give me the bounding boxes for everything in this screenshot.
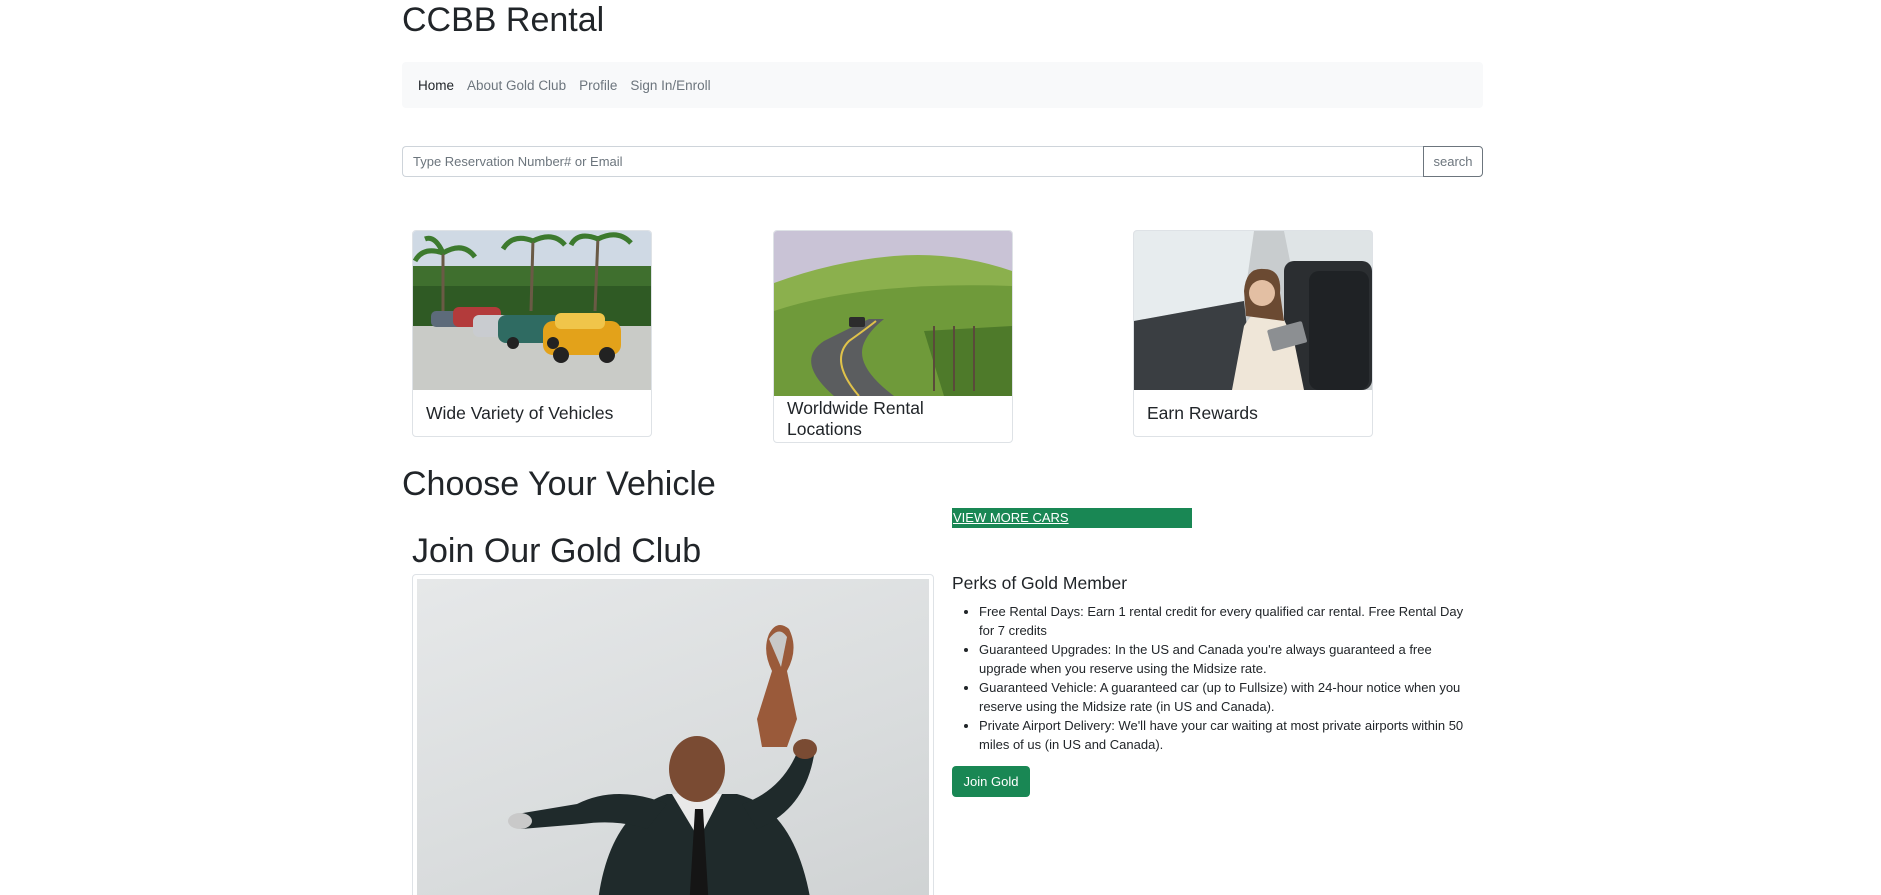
- gold-club-image-frame: [412, 574, 934, 895]
- perk-item: Private Airport Delivery: We'll have you…: [979, 716, 1474, 754]
- nav-home[interactable]: Home: [418, 78, 454, 93]
- perk-item: Guaranteed Vehicle: A guaranteed car (up…: [979, 678, 1474, 716]
- site-title: CCBB Rental: [402, 1, 605, 39]
- feature-card-rewards-title: Earn Rewards: [1147, 402, 1258, 423]
- trophy-man-image: [417, 579, 929, 895]
- join-gold-button[interactable]: Join Gold: [952, 766, 1030, 797]
- perk-item: Guaranteed Upgrades: In the US and Canad…: [979, 640, 1474, 678]
- feature-card-locations-title: Worldwide Rental Locations: [787, 398, 924, 439]
- reservation-search: search: [402, 146, 1483, 177]
- nav-sign-in-enroll[interactable]: Sign In/Enroll: [630, 78, 710, 93]
- vehicles-heading: Choose Your Vehicle: [402, 465, 716, 503]
- view-more-cars-link[interactable]: VIEW MORE CARS: [952, 508, 1192, 528]
- search-button[interactable]: search: [1423, 146, 1483, 177]
- country-road-image: [774, 231, 1012, 396]
- nav-profile[interactable]: Profile: [579, 78, 617, 93]
- feature-card-vehicles: Wide Variety of Vehicles: [412, 230, 652, 437]
- car-passenger-image: [1134, 231, 1372, 390]
- gold-club-heading: Join Our Gold Club: [412, 532, 702, 570]
- feature-card-locations: Worldwide Rental Locations: [773, 230, 1013, 443]
- vintage-cars-image: [413, 231, 651, 390]
- feature-card-rewards: Earn Rewards: [1133, 230, 1373, 437]
- perks-list: Free Rental Days: Earn 1 rental credit f…: [979, 602, 1474, 754]
- nav-about-gold-club[interactable]: About Gold Club: [467, 78, 566, 93]
- perk-item: Free Rental Days: Earn 1 rental credit f…: [979, 602, 1474, 640]
- navbar: Home About Gold Club Profile Sign In/Enr…: [402, 62, 1483, 108]
- reservation-search-input[interactable]: [402, 146, 1423, 177]
- feature-card-vehicles-title: Wide Variety of Vehicles: [426, 402, 614, 423]
- perks-title: Perks of Gold Member: [952, 573, 1128, 593]
